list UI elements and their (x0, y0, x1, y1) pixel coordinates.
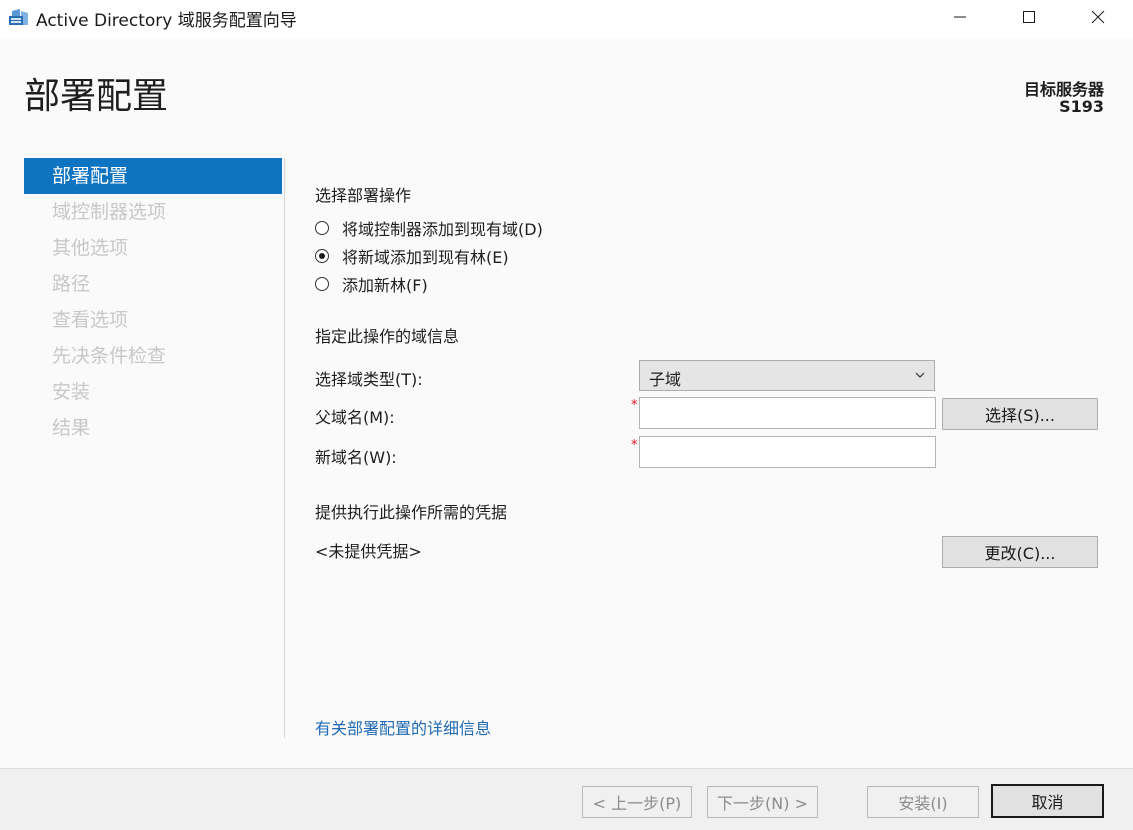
window-title: Active Directory 域服务配置向导 (36, 11, 297, 31)
credentials-value: <未提供凭据> (315, 542, 422, 561)
step-prereq: 先决条件检查 (52, 345, 167, 367)
radio-add-domain[interactable] (315, 249, 329, 263)
step-deploy-config[interactable]: 部署配置 (24, 158, 282, 194)
select-button[interactable]: 选择(S)... (942, 398, 1098, 430)
more-info-link[interactable]: 有关部署配置的详细信息 (315, 715, 491, 739)
new-domain-label: 新域名(W): (315, 448, 397, 467)
target-server-name: S193 (1059, 97, 1104, 116)
change-button[interactable]: 更改(C)... (942, 536, 1098, 568)
credentials-heading: 提供执行此操作所需的凭据 (315, 503, 508, 522)
server-manager-icon (8, 7, 30, 27)
required-marker: * (631, 398, 638, 413)
radio-add-forest[interactable] (315, 277, 329, 291)
next-button[interactable]: 下一步(N) > (707, 786, 818, 818)
domain-heading: 指定此操作的域信息 (315, 327, 460, 346)
close-icon (1091, 10, 1105, 24)
option-label: 添加新林(F) (342, 276, 428, 295)
step-paths: 路径 (52, 273, 91, 295)
domain-type-dropdown[interactable]: 子域 (639, 360, 935, 391)
step-dc-options: 域控制器选项 (52, 201, 167, 223)
step-results: 结果 (52, 417, 91, 439)
previous-button[interactable]: < 上一步(P) (582, 786, 692, 818)
footer-bar: < 上一步(P) 下一步(N) > 安装(I) 取消 (0, 768, 1133, 830)
cancel-button[interactable]: 取消 (991, 784, 1104, 818)
required-marker: * (631, 438, 638, 453)
option-add-domain[interactable]: 将新域添加到现有林(E) (315, 246, 509, 267)
minimize-button[interactable] (925, 0, 995, 34)
parent-domain-label: 父域名(M): (315, 408, 395, 427)
option-label: 将新域添加到现有林(E) (342, 248, 509, 267)
close-button[interactable] (1063, 0, 1133, 34)
option-add-dc[interactable]: 将域控制器添加到现有域(D) (315, 218, 543, 239)
wizard-steps: 部署配置 域控制器选项 其他选项 路径 查看选项 先决条件检查 安装 结果 (24, 158, 282, 446)
new-domain-input[interactable] (639, 436, 936, 468)
install-button[interactable]: 安装(I) (867, 786, 979, 818)
deploy-heading: 选择部署操作 (315, 186, 412, 205)
chevron-down-icon (915, 372, 925, 378)
maximize-button[interactable] (994, 0, 1064, 34)
title-bar: Active Directory 域服务配置向导 (0, 0, 1133, 38)
step-install: 安装 (52, 381, 91, 403)
minimize-icon (954, 16, 966, 18)
sidebar-divider (284, 158, 285, 738)
radio-add-dc[interactable] (315, 221, 329, 235)
maximize-icon (1023, 11, 1035, 23)
step-other-options: 其他选项 (52, 237, 129, 259)
parent-domain-input[interactable] (639, 397, 936, 429)
option-label: 将域控制器添加到现有域(D) (342, 220, 543, 239)
domain-type-value: 子域 (649, 370, 682, 389)
step-review: 查看选项 (52, 309, 129, 331)
page-title: 部署配置 (24, 76, 169, 117)
option-add-forest[interactable]: 添加新林(F) (315, 274, 428, 295)
domain-type-label: 选择域类型(T): (315, 370, 423, 389)
